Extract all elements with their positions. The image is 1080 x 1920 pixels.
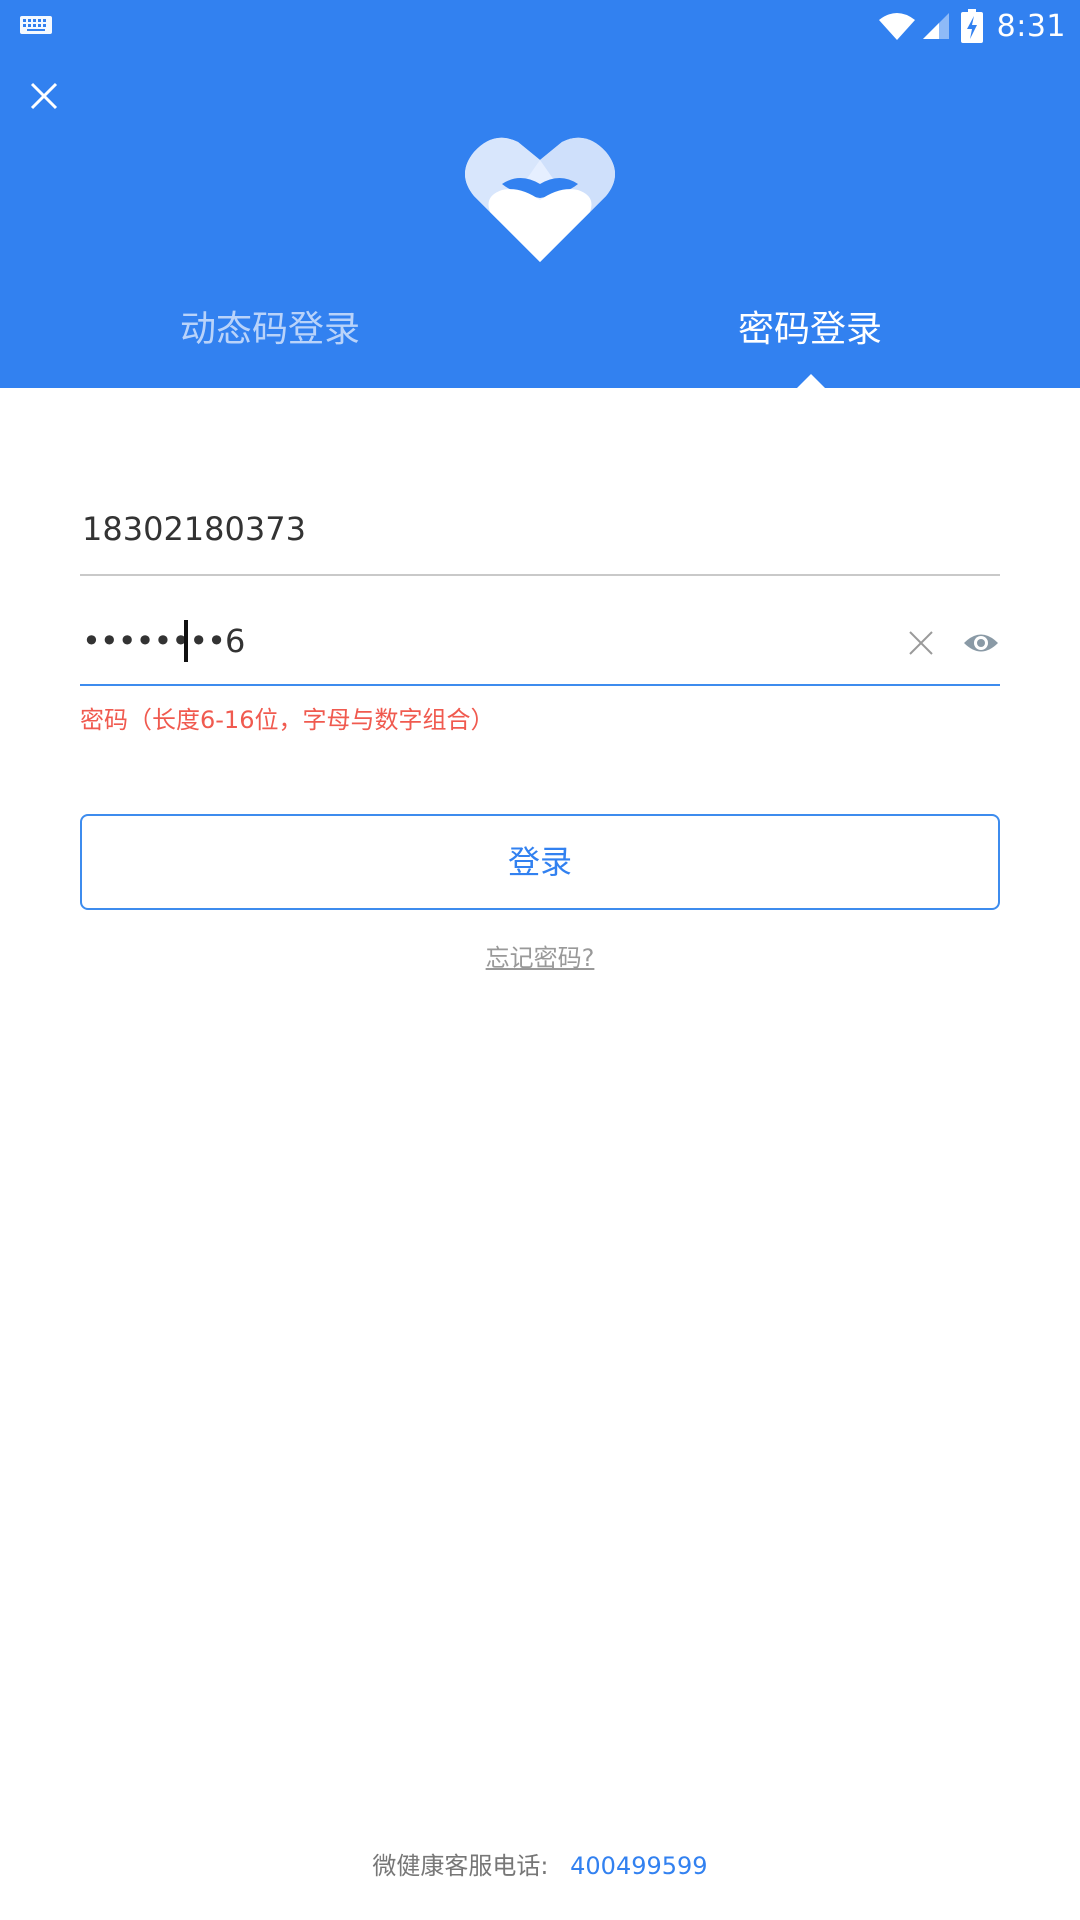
status-bar: 8:31 <box>0 0 1080 50</box>
close-icon[interactable] <box>22 74 66 118</box>
login-tabs: 动态码登录 密码登录 <box>0 290 1080 370</box>
status-icons: 8:31 <box>877 6 1066 46</box>
active-tab-indicator <box>797 374 825 388</box>
clear-icon[interactable] <box>906 628 936 658</box>
keyboard-icon <box>20 16 52 34</box>
login-button[interactable]: 登录 <box>80 814 1000 910</box>
phone-field[interactable]: 18302180373 <box>80 500 1000 576</box>
password-error-hint: 密码（长度6-16位，字母与数字组合） <box>80 706 495 734</box>
password-field[interactable]: ••••••••6 <box>80 608 1000 686</box>
customer-service-phone[interactable]: 400499599 <box>570 1852 707 1880</box>
heart-logo-icon <box>465 137 615 262</box>
tab-password-login[interactable]: 密码登录 <box>540 290 1080 370</box>
text-cursor <box>184 620 188 662</box>
customer-service-label: 微健康客服电话: <box>372 1852 549 1880</box>
header: 8:31 动态码登录 密码登录 <box>0 0 1080 388</box>
password-input-value[interactable]: ••••••••6 <box>82 622 245 660</box>
battery-charging-icon <box>960 9 983 43</box>
signal-icon <box>922 13 949 39</box>
eye-icon[interactable] <box>962 628 1000 658</box>
forgot-password-link[interactable]: 忘记密码? <box>0 938 1080 973</box>
status-time: 8:31 <box>996 8 1066 44</box>
wifi-icon <box>878 13 915 40</box>
phone-input-value[interactable]: 18302180373 <box>82 510 306 548</box>
tab-dynamic-code-login[interactable]: 动态码登录 <box>0 290 540 370</box>
customer-service-footer: 微健康客服电话: 400499599 <box>0 1846 1080 1881</box>
login-screen: 8:31 动态码登录 密码登录 18302180373 ••••••••6 密码… <box>0 0 1080 1920</box>
